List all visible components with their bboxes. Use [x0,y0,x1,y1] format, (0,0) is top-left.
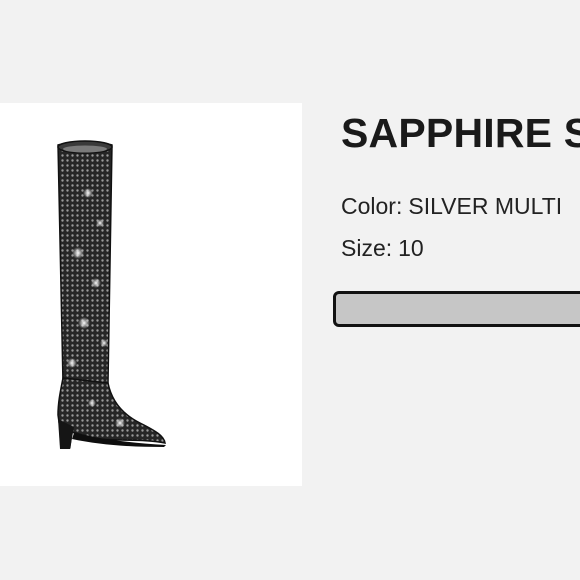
product-image[interactable] [0,103,302,486]
size-attribute: Size: 10 [341,235,424,262]
boot-image-icon [57,140,166,449]
size-label: Size: [341,235,393,261]
color-value: SILVER MULTI [408,193,563,219]
add-to-bag-button[interactable] [333,291,580,327]
product-page: SAPPHIRE S Color: SILVER MULTI Size: 10 [0,0,580,580]
color-attribute: Color: SILVER MULTI [341,193,562,220]
size-value: 10 [398,235,424,261]
product-title: SAPPHIRE S [341,110,580,156]
color-label: Color: [341,193,403,219]
